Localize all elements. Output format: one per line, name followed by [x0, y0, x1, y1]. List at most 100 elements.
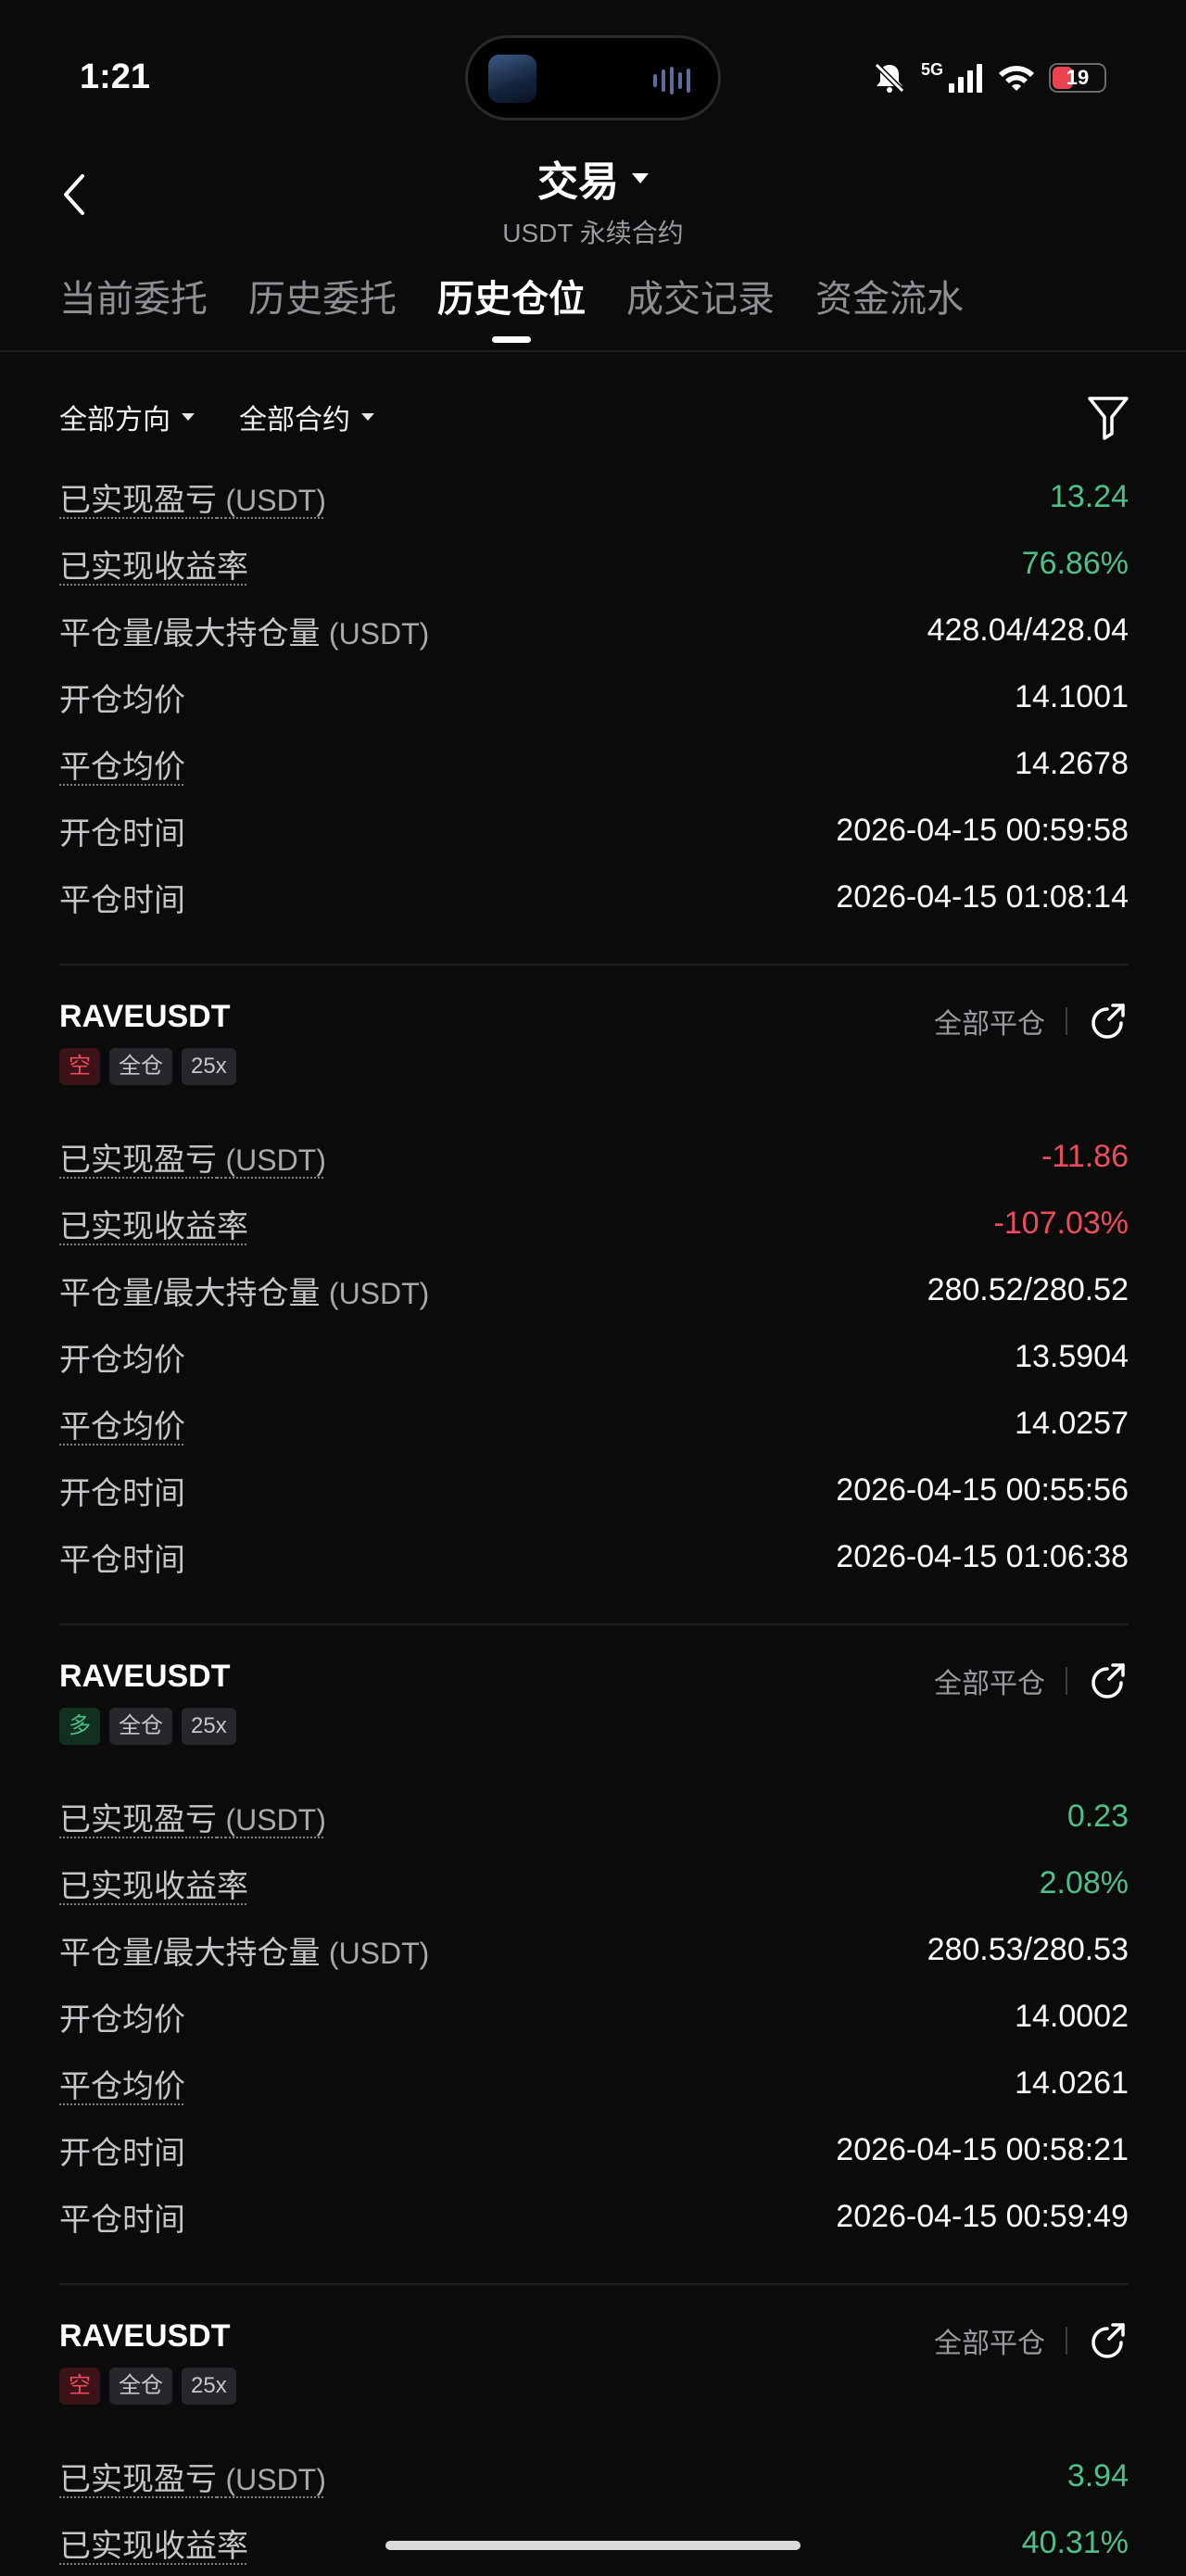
direction-filter-dropdown[interactable]: 全部方向: [59, 397, 195, 437]
contract-filter-label: 全部合约: [239, 405, 350, 436]
realized-roi-label[interactable]: 已实现收益率: [59, 541, 248, 587]
close-avg-value: 14.0257: [1015, 1405, 1129, 1441]
margin-mode-badge: 全仓: [109, 1708, 172, 1745]
realized-pnl-label[interactable]: 已实现盈亏 (USDT): [59, 1794, 326, 1839]
open-avg-value: 14.0002: [1015, 1998, 1129, 2034]
caret-down-icon: [632, 172, 649, 183]
realized-roi-value: 76.86%: [1021, 545, 1129, 581]
close-time-value: 2026-04-15 00:59:49: [836, 2198, 1129, 2234]
tag-group: 空 全仓 25x: [59, 2368, 236, 2405]
silent-bell-icon: [874, 62, 905, 94]
tabs-divider: [0, 350, 1186, 352]
row-close-max: 平仓量/最大持仓量 (USDT) 428.04/428.04: [59, 597, 1129, 663]
side-badge: 多: [59, 1708, 100, 1745]
share-icon[interactable]: [1088, 2320, 1129, 2361]
open-time-value: 2026-04-15 00:58:21: [836, 2131, 1129, 2167]
row-open-avg: 开仓均价 14.0002: [59, 1983, 1129, 2050]
open-avg-label: 开仓均价: [59, 1342, 185, 1378]
divider: [59, 2283, 1129, 2285]
share-icon[interactable]: [1088, 1001, 1129, 1042]
card-header: RAVEUSDT 多 全仓 25x 全部平仓: [59, 1653, 1129, 1783]
close-avg-label[interactable]: 平仓均价: [59, 2061, 185, 2106]
page-title: 交易: [537, 159, 619, 205]
close-avg-value: 14.2678: [1015, 745, 1129, 781]
close-max-value: 280.52/280.52: [927, 1271, 1129, 1307]
row-close-avg: 平仓均价 14.2678: [59, 730, 1129, 797]
open-time-label: 开仓时间: [59, 2135, 185, 2171]
tag-group: 多 全仓 25x: [59, 1708, 236, 1745]
row-realized-roi: 已实现收益率 -107.03%: [59, 1190, 1129, 1256]
realized-pnl-label[interactable]: 已实现盈亏 (USDT): [59, 2454, 326, 2499]
symbol-name: RAVEUSDT: [59, 999, 231, 1034]
caret-down-icon: [182, 413, 195, 421]
side-badge: 空: [59, 1048, 100, 1085]
divider: [1066, 1007, 1067, 1035]
position-card: RAVEUSDT 空 全仓 25x 全部平仓 已实现盈亏 (USDT) -11.…: [59, 993, 1129, 1590]
side-badge: 空: [59, 2368, 100, 2405]
realized-pnl-value: -11.86: [1041, 1138, 1129, 1174]
contract-filter-dropdown[interactable]: 全部合约: [239, 397, 374, 437]
tab-fund-flow[interactable]: 资金流水: [815, 269, 964, 350]
position-card: RAVEUSDT 空 全仓 25x 全部平仓 已实现盈亏 (USDT) 3.94: [59, 2313, 1129, 2576]
card-actions: 全部平仓: [934, 2320, 1129, 2361]
filter-funnel-icon[interactable]: [1086, 393, 1130, 441]
caret-down-icon: [361, 413, 374, 421]
row-close-time: 平仓时间 2026-04-15 00:59:49: [59, 2183, 1129, 2250]
card-header: RAVEUSDT 空 全仓 25x 全部平仓: [59, 2313, 1129, 2443]
row-close-avg: 平仓均价 14.0261: [59, 2050, 1129, 2116]
tag-group: 空 全仓 25x: [59, 1048, 236, 1085]
symbol-name: RAVEUSDT: [59, 1659, 231, 1694]
realized-pnl-label[interactable]: 已实现盈亏 (USDT): [59, 474, 326, 520]
position-history-list: 已实现盈亏 (USDT) 13.24 已实现收益率 76.86% 平仓量/最大持…: [59, 463, 1129, 2576]
open-time-value: 2026-04-15 00:55:56: [836, 1471, 1129, 1508]
realized-roi-label[interactable]: 已实现收益率: [59, 1861, 248, 1906]
row-realized-pnl: 已实现盈亏 (USDT) 0.23: [59, 1783, 1129, 1850]
close-all-label: 全部平仓: [934, 2329, 1045, 2359]
close-max-label: 平仓量/最大持仓量 (USDT): [59, 1935, 430, 1971]
tab-trade-records[interactable]: 成交记录: [626, 269, 775, 350]
divider: [59, 1623, 1129, 1625]
tab-bar: 当前委托 历史委托 历史仓位 成交记录 资金流水: [59, 269, 964, 350]
tab-order-history[interactable]: 历史委托: [248, 269, 397, 350]
divider: [1066, 2327, 1067, 2355]
close-time-value: 2026-04-15 01:08:14: [836, 878, 1129, 915]
trade-type-dropdown[interactable]: 交易: [537, 148, 649, 208]
page-subtitle: USDT 永续合约: [502, 219, 684, 247]
realized-roi-label[interactable]: 已实现收益率: [59, 1201, 248, 1246]
realized-roi-label[interactable]: 已实现收益率: [59, 2520, 248, 2566]
row-open-avg: 开仓均价 14.1001: [59, 663, 1129, 730]
realized-pnl-value: 3.94: [1066, 2457, 1129, 2494]
open-avg-value: 13.5904: [1015, 1338, 1129, 1374]
share-icon[interactable]: [1088, 1661, 1129, 1701]
tab-current-orders[interactable]: 当前委托: [59, 269, 208, 350]
realized-pnl-value: 13.24: [1049, 478, 1129, 514]
status-indicators: 5G 19: [871, 57, 1106, 98]
network-type: 5G: [920, 59, 943, 79]
realized-roi-value: 40.31%: [1021, 2524, 1129, 2560]
realized-roi-value: 2.08%: [1039, 1864, 1129, 1900]
tab-position-history[interactable]: 历史仓位: [437, 269, 586, 350]
row-realized-roi: 已实现收益率 2.08%: [59, 1850, 1129, 1916]
row-realized-pnl: 已实现盈亏 (USDT) -11.86: [59, 1123, 1129, 1190]
row-close-max: 平仓量/最大持仓量 (USDT) 280.52/280.52: [59, 1256, 1129, 1323]
divider: [1066, 1667, 1067, 1695]
status-time: 1:21: [80, 57, 151, 96]
row-open-time: 开仓时间 2026-04-15 00:55:56: [59, 1457, 1129, 1523]
close-avg-label[interactable]: 平仓均价: [59, 1401, 185, 1446]
battery-icon: 19: [1049, 63, 1106, 93]
row-realized-pnl: 已实现盈亏 (USDT) 13.24: [59, 463, 1129, 530]
home-indicator[interactable]: [385, 2541, 801, 2550]
direction-filter-label: 全部方向: [59, 405, 170, 436]
leverage-badge: 25x: [182, 2368, 236, 2405]
row-close-time: 平仓时间 2026-04-15 01:08:14: [59, 864, 1129, 930]
close-max-value: 428.04/428.04: [927, 612, 1129, 648]
close-avg-label[interactable]: 平仓均价: [59, 741, 185, 787]
wifi-icon: [999, 66, 1034, 91]
open-avg-label: 开仓均价: [59, 2001, 185, 2038]
realized-pnl-label[interactable]: 已实现盈亏 (USDT): [59, 1134, 326, 1180]
audio-wave-icon: [653, 66, 694, 95]
card-actions: 全部平仓: [934, 1001, 1129, 1042]
cellular-signal-icon: [949, 64, 982, 93]
dynamic-island[interactable]: [465, 35, 721, 120]
open-time-label: 开仓时间: [59, 815, 185, 852]
